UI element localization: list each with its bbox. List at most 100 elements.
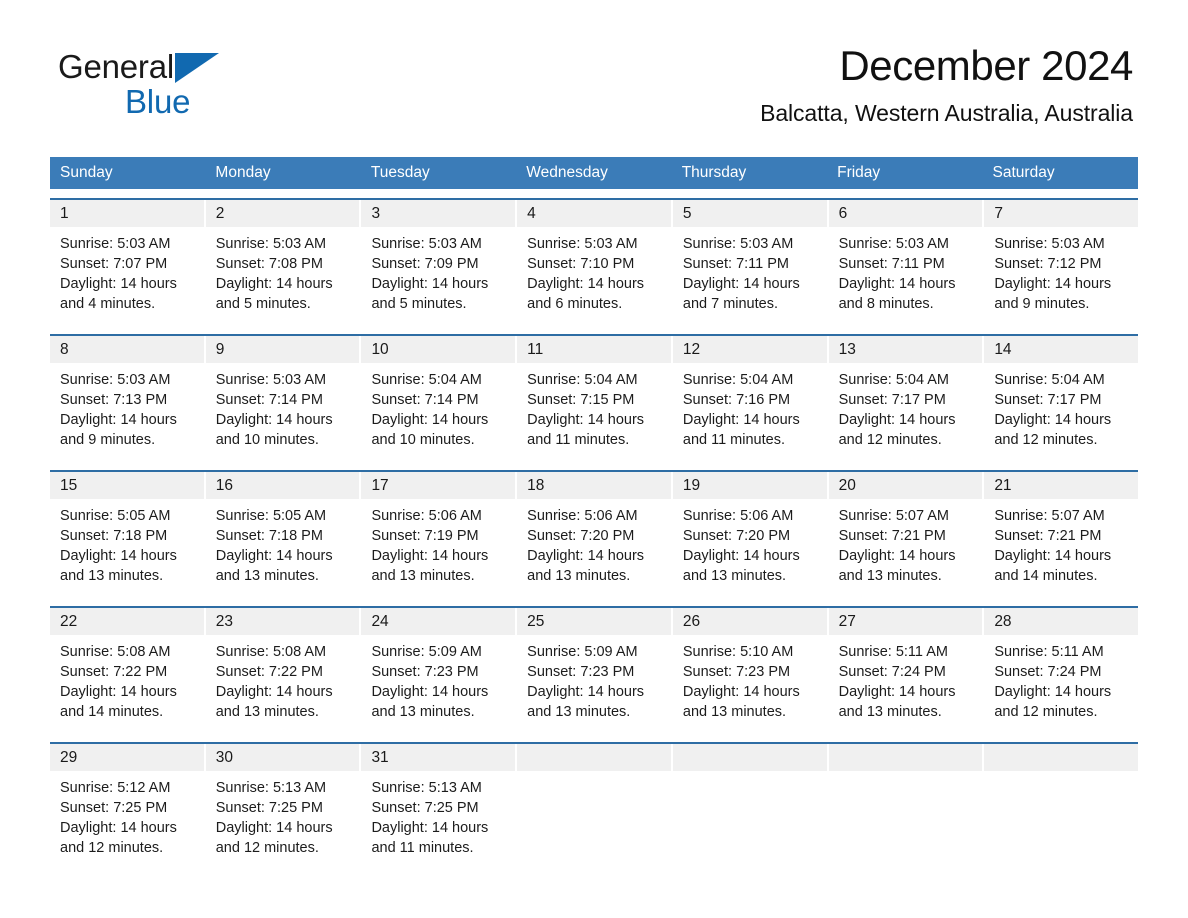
- daylight-text-line1: Daylight: 14 hours: [60, 412, 177, 428]
- day-cell[interactable]: 8 Sunrise: 5:03 AM Sunset: 7:13 PM Dayli…: [50, 336, 204, 461]
- daylight-text-line1: Daylight: 14 hours: [215, 684, 333, 700]
- sunset-text: Sunset: 7:20 PM: [527, 528, 635, 544]
- daylight-text-line2: and 14 minutes.: [60, 704, 164, 720]
- sunset-text: Sunset: 7:17 PM: [994, 392, 1102, 408]
- sunset-text: Sunset: 7:12 PM: [994, 256, 1102, 272]
- day-cell[interactable]: 4 Sunrise: 5:03 AM Sunset: 7:10 PM Dayli…: [517, 200, 671, 325]
- sunset-text: Sunset: 7:15 PM: [527, 392, 635, 408]
- daylight-text-line1: Daylight: 14 hours: [371, 412, 489, 428]
- day-cell[interactable]: 10 Sunrise: 5:04 AM Sunset: 7:14 PM Dayl…: [361, 336, 516, 461]
- day-number: 13: [838, 341, 856, 358]
- day-cell-empty: [672, 744, 827, 869]
- day-cell[interactable]: 31 Sunrise: 5:13 AM Sunset: 7:25 PM Dayl…: [361, 744, 516, 869]
- day-cell[interactable]: 23 Sunrise: 5:08 AM Sunset: 7:22 PM Dayl…: [205, 608, 360, 733]
- day-cell[interactable]: 22 Sunrise: 5:08 AM Sunset: 7:22 PM Dayl…: [50, 608, 204, 733]
- day-cell[interactable]: 20 Sunrise: 5:07 AM Sunset: 7:21 PM Dayl…: [828, 472, 983, 597]
- day-cell[interactable]: 27 Sunrise: 5:11 AM Sunset: 7:24 PM Dayl…: [828, 608, 983, 733]
- sunrise-text: Sunrise: 5:13 AM: [371, 780, 482, 796]
- day-cell[interactable]: 12 Sunrise: 5:04 AM Sunset: 7:16 PM Dayl…: [672, 336, 827, 461]
- daylight-text-line2: and 11 minutes.: [682, 432, 785, 448]
- day-cell[interactable]: 29 Sunrise: 5:12 AM Sunset: 7:25 PM Dayl…: [50, 744, 204, 869]
- daylight-text-line2: and 13 minutes.: [838, 568, 942, 584]
- day-number: 27: [838, 613, 856, 630]
- daylight-text-line2: and 11 minutes.: [527, 432, 630, 448]
- day-number: 9: [215, 341, 225, 358]
- day-cell[interactable]: 26 Sunrise: 5:10 AM Sunset: 7:23 PM Dayl…: [672, 608, 827, 733]
- sunset-text: Sunset: 7:08 PM: [215, 256, 323, 272]
- sunrise-text: Sunrise: 5:06 AM: [527, 508, 638, 524]
- day-number: 22: [60, 613, 78, 630]
- day-cell[interactable]: 11 Sunrise: 5:04 AM Sunset: 7:15 PM Dayl…: [517, 336, 671, 461]
- day-number: 23: [215, 613, 233, 630]
- daylight-text-line2: and 13 minutes.: [371, 704, 475, 720]
- daylight-text-line2: and 12 minutes.: [994, 704, 1098, 720]
- day-cell[interactable]: 17 Sunrise: 5:06 AM Sunset: 7:19 PM Dayl…: [361, 472, 516, 597]
- sunrise-text: Sunrise: 5:05 AM: [60, 508, 171, 524]
- sunrise-text: Sunrise: 5:03 AM: [60, 372, 171, 388]
- sunset-text: Sunset: 7:25 PM: [371, 800, 479, 816]
- day-cell[interactable]: 6 Sunrise: 5:03 AM Sunset: 7:11 PM Dayli…: [828, 200, 983, 325]
- daylight-text-line2: and 13 minutes.: [527, 568, 631, 584]
- day-cell[interactable]: 9 Sunrise: 5:03 AM Sunset: 7:14 PM Dayli…: [205, 336, 360, 461]
- day-cell[interactable]: 2 Sunrise: 5:03 AM Sunset: 7:08 PM Dayli…: [205, 200, 360, 325]
- daylight-text-line1: Daylight: 14 hours: [994, 684, 1112, 700]
- generalblue-logo[interactable]: General Blue: [58, 48, 220, 118]
- daylight-text-line1: Daylight: 14 hours: [994, 276, 1112, 292]
- daylight-text-line1: Daylight: 14 hours: [371, 684, 489, 700]
- day-number: 31: [371, 749, 389, 766]
- day-cell[interactable]: 21 Sunrise: 5:07 AM Sunset: 7:21 PM Dayl…: [984, 472, 1139, 597]
- calendar-table: Sunday Monday Tuesday Wednesday Thursday…: [50, 157, 1139, 869]
- daylight-text-line1: Daylight: 14 hours: [60, 684, 177, 700]
- sunset-text: Sunset: 7:23 PM: [371, 664, 479, 680]
- day-cell[interactable]: 15 Sunrise: 5:05 AM Sunset: 7:18 PM Dayl…: [50, 472, 204, 597]
- day-cell[interactable]: 18 Sunrise: 5:06 AM Sunset: 7:20 PM Dayl…: [517, 472, 671, 597]
- day-cell[interactable]: 16 Sunrise: 5:05 AM Sunset: 7:18 PM Dayl…: [205, 472, 360, 597]
- day-cell-empty: [984, 744, 1139, 869]
- daylight-text-line2: and 9 minutes.: [60, 432, 156, 448]
- day-cell[interactable]: 1 Sunrise: 5:03 AM Sunset: 7:07 PM Dayli…: [50, 200, 204, 325]
- logo-word-general: General: [58, 48, 175, 85]
- daylight-text-line1: Daylight: 14 hours: [371, 276, 489, 292]
- day-number: 8: [60, 341, 69, 358]
- day-cell[interactable]: 3 Sunrise: 5:03 AM Sunset: 7:09 PM Dayli…: [361, 200, 516, 325]
- daylight-text-line1: Daylight: 14 hours: [215, 820, 333, 836]
- daylight-text-line1: Daylight: 14 hours: [371, 548, 489, 564]
- sunrise-text: Sunrise: 5:08 AM: [60, 644, 171, 660]
- daylight-text-line2: and 9 minutes.: [994, 296, 1090, 312]
- day-cell[interactable]: 30 Sunrise: 5:13 AM Sunset: 7:25 PM Dayl…: [205, 744, 360, 869]
- sunset-text: Sunset: 7:20 PM: [682, 528, 791, 544]
- sunset-text: Sunset: 7:22 PM: [60, 664, 168, 680]
- day-cell[interactable]: 28 Sunrise: 5:11 AM Sunset: 7:24 PM Dayl…: [984, 608, 1139, 733]
- weekday-header-friday: Friday: [837, 164, 881, 181]
- daylight-text-line2: and 12 minutes.: [215, 840, 319, 856]
- day-cell[interactable]: 5 Sunrise: 5:03 AM Sunset: 7:11 PM Dayli…: [672, 200, 827, 325]
- daylight-text-line1: Daylight: 14 hours: [682, 412, 800, 428]
- day-number: 29: [60, 749, 78, 766]
- day-cell[interactable]: 7 Sunrise: 5:03 AM Sunset: 7:12 PM Dayli…: [984, 200, 1139, 325]
- daylight-text-line1: Daylight: 14 hours: [994, 412, 1112, 428]
- day-cell[interactable]: 24 Sunrise: 5:09 AM Sunset: 7:23 PM Dayl…: [361, 608, 516, 733]
- daylight-text-line1: Daylight: 14 hours: [527, 684, 645, 700]
- day-number: 18: [527, 477, 545, 494]
- sunrise-text: Sunrise: 5:12 AM: [60, 780, 171, 796]
- sunrise-text: Sunrise: 5:13 AM: [215, 780, 327, 796]
- sunrise-text: Sunrise: 5:03 AM: [215, 372, 327, 388]
- day-cell[interactable]: 19 Sunrise: 5:06 AM Sunset: 7:20 PM Dayl…: [672, 472, 827, 597]
- day-cell[interactable]: 14 Sunrise: 5:04 AM Sunset: 7:17 PM Dayl…: [984, 336, 1139, 461]
- daylight-text-line2: and 13 minutes.: [682, 568, 787, 584]
- daylight-text-line2: and 13 minutes.: [838, 704, 942, 720]
- logo-triangle-icon: [175, 53, 220, 83]
- day-cell[interactable]: 13 Sunrise: 5:04 AM Sunset: 7:17 PM Dayl…: [828, 336, 983, 461]
- day-number: 25: [527, 613, 545, 630]
- sunrise-text: Sunrise: 5:03 AM: [527, 236, 638, 252]
- sunrise-text: Sunrise: 5:04 AM: [527, 372, 638, 388]
- sunrise-text: Sunrise: 5:06 AM: [371, 508, 482, 524]
- sunset-text: Sunset: 7:21 PM: [994, 528, 1102, 544]
- day-number: 19: [682, 477, 701, 494]
- day-cell[interactable]: 25 Sunrise: 5:09 AM Sunset: 7:23 PM Dayl…: [517, 608, 671, 733]
- day-number: 1: [60, 205, 69, 222]
- weekday-header-thursday: Thursday: [681, 164, 747, 181]
- sunrise-text: Sunrise: 5:11 AM: [838, 644, 948, 660]
- sunrise-text: Sunrise: 5:09 AM: [371, 644, 482, 660]
- sunset-text: Sunset: 7:14 PM: [371, 392, 479, 408]
